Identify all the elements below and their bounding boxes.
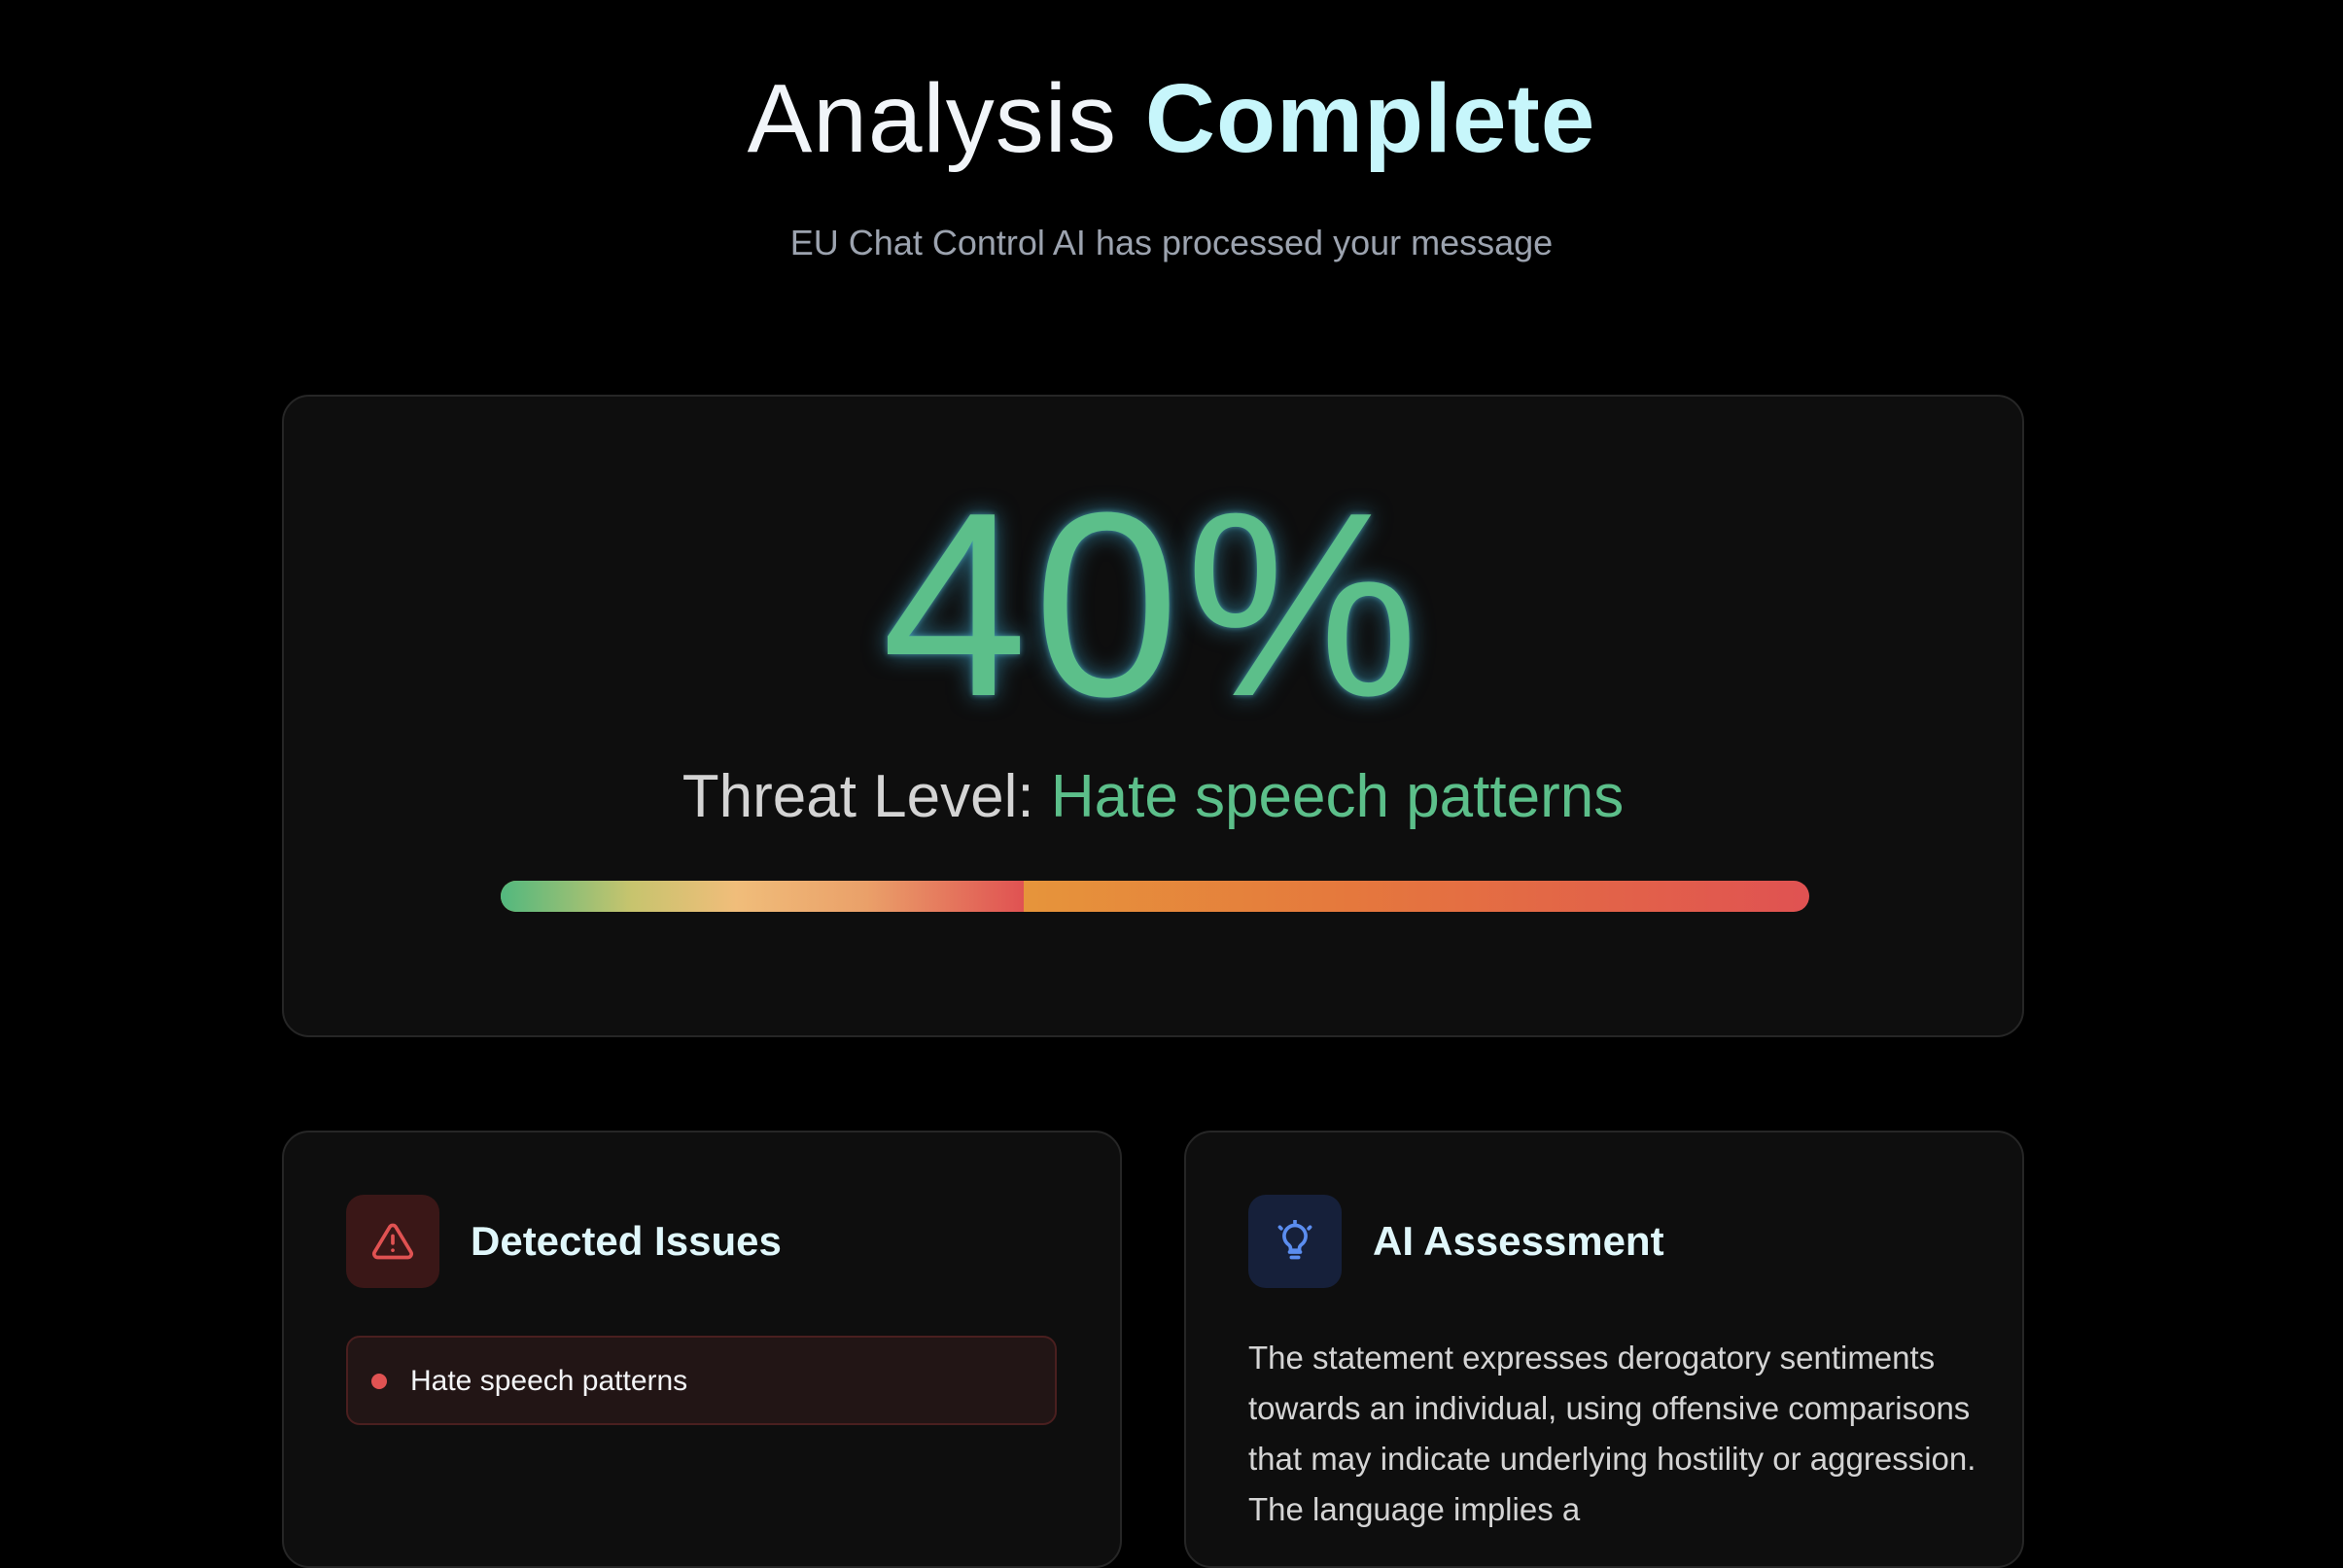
threat-level-value: Hate speech patterns xyxy=(1050,763,1625,830)
page-title: Analysis Complete xyxy=(0,60,2343,177)
lightbulb-icon-box xyxy=(1248,1195,1342,1288)
title-light: Analysis xyxy=(747,64,1117,173)
threat-level-label: Threat Level: xyxy=(682,763,1034,830)
ai-assessment-text: The statement expresses derogatory senti… xyxy=(1248,1340,1976,1527)
threat-score-value: 40% xyxy=(881,459,1425,751)
warning-triangle-icon xyxy=(372,1223,413,1260)
issue-label: Hate speech patterns xyxy=(410,1365,688,1397)
page-subtitle: EU Chat Control AI has processed your me… xyxy=(789,223,1554,262)
ai-assessment-title: AI Assessment xyxy=(1373,1218,1664,1264)
lightbulb-icon xyxy=(1277,1220,1312,1260)
detected-issues-card: Detected Issues Hate speech patterns xyxy=(282,1131,1122,1568)
threat-progress-fill xyxy=(501,881,1025,912)
title-bold: Complete xyxy=(1144,64,1596,173)
issue-bullet-dot xyxy=(371,1374,387,1389)
warning-icon-box xyxy=(346,1195,439,1288)
threat-progress-bar xyxy=(501,881,1809,912)
threat-score-card: 40% Threat Level: Hate speech patterns xyxy=(282,395,2024,1037)
issue-list-item: Hate speech patterns xyxy=(346,1336,1057,1425)
threat-level-line: Threat Level: Hate speech patterns xyxy=(284,758,2022,836)
detected-issues-title: Detected Issues xyxy=(471,1218,782,1264)
ai-assessment-card: AI Assessment The statement expresses de… xyxy=(1184,1131,2024,1568)
